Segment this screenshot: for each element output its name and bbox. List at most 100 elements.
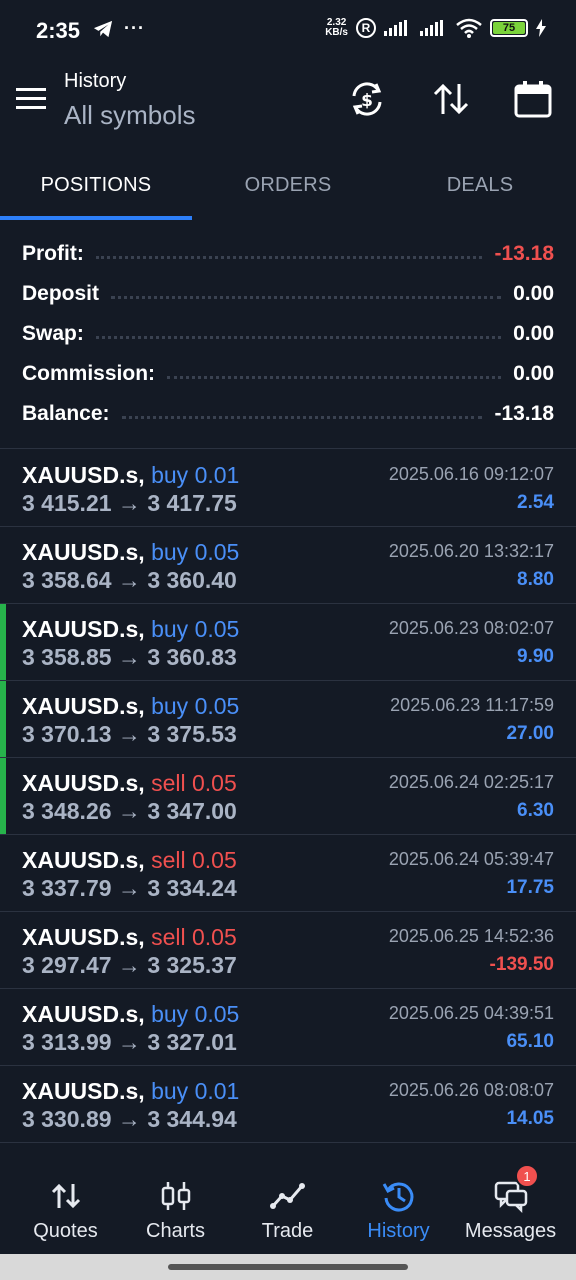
position-row[interactable]: XAUUSD.s, buy 0.05 3 370.13 → 3 375.53 2… bbox=[0, 681, 576, 758]
more-icon: ··· bbox=[124, 18, 145, 38]
position-profit: 17.75 bbox=[506, 877, 554, 898]
status-bar: 2:35 ··· 2.32 KB/s R 75 bbox=[0, 0, 576, 62]
registered-icon: R bbox=[356, 18, 376, 38]
close-price: 3 360.40 bbox=[147, 567, 237, 593]
nav-messages[interactable]: 1 Messages bbox=[453, 1150, 568, 1254]
tab-deals[interactable]: DEALS bbox=[384, 148, 576, 222]
notification-badge: 1 bbox=[515, 1164, 539, 1188]
quotes-icon bbox=[51, 1183, 80, 1209]
position-type: sell 0.05 bbox=[151, 770, 237, 796]
sort-icon[interactable] bbox=[430, 78, 472, 120]
position-title: XAUUSD.s, buy 0.05 bbox=[22, 693, 239, 720]
nav-history[interactable]: History bbox=[341, 1150, 456, 1254]
position-profit: 27.00 bbox=[506, 723, 554, 744]
position-row[interactable]: XAUUSD.s, sell 0.05 3 348.26 → 3 347.00 … bbox=[0, 758, 576, 835]
position-row[interactable]: XAUUSD.s, buy 0.01 3 330.89 → 3 344.94 2… bbox=[0, 1066, 576, 1143]
close-price: 3 375.53 bbox=[147, 721, 237, 747]
position-symbol: XAUUSD.s, bbox=[22, 1078, 145, 1104]
position-row[interactable]: XAUUSD.s, buy 0.01 3 415.21 → 3 417.75 2… bbox=[0, 450, 576, 527]
telegram-icon bbox=[93, 20, 113, 37]
summary-label: Balance: bbox=[22, 402, 110, 425]
position-symbol: XAUUSD.s, bbox=[22, 924, 145, 950]
summary-value: 0.00 bbox=[513, 362, 554, 385]
battery-level: 75 bbox=[493, 22, 525, 34]
position-symbol: XAUUSD.s, bbox=[22, 616, 145, 642]
position-prices: 3 358.64 → 3 360.40 bbox=[22, 567, 237, 594]
open-price: 3 297.47 bbox=[22, 952, 112, 978]
summary-label: Commission: bbox=[22, 362, 156, 385]
position-type: buy 0.01 bbox=[151, 462, 240, 488]
bottom-nav: Quotes Charts Trade History 1 Messages bbox=[0, 1150, 576, 1254]
app-header: History All symbols $ bbox=[0, 62, 576, 138]
position-prices: 3 358.85 → 3 360.83 bbox=[22, 644, 237, 671]
position-prices: 3 415.21 → 3 417.75 bbox=[22, 490, 237, 517]
summary-label: Deposit bbox=[22, 282, 100, 305]
arrow-icon: → bbox=[117, 798, 141, 824]
open-price: 3 313.99 bbox=[22, 1029, 112, 1055]
page-title: History bbox=[64, 70, 127, 92]
arrow-icon: → bbox=[117, 567, 141, 593]
charging-icon bbox=[536, 19, 546, 37]
arrow-icon: → bbox=[117, 721, 141, 747]
summary-value: -13.18 bbox=[494, 242, 554, 265]
arrow-icon: → bbox=[117, 644, 141, 670]
tab-positions[interactable]: POSITIONS bbox=[0, 148, 192, 222]
arrow-icon: → bbox=[117, 1029, 141, 1055]
svg-text:$: $ bbox=[361, 91, 373, 111]
position-title: XAUUSD.s, sell 0.05 bbox=[22, 924, 237, 951]
position-time: 2025.06.23 08:02:07 bbox=[388, 618, 554, 638]
tab-orders[interactable]: ORDERS bbox=[192, 148, 384, 222]
position-row[interactable]: XAUUSD.s, buy 0.05 3 313.99 → 3 327.01 2… bbox=[0, 989, 576, 1066]
close-price: 3 417.75 bbox=[147, 490, 237, 516]
position-type: buy 0.05 bbox=[151, 693, 240, 719]
position-profit: 14.05 bbox=[506, 1108, 554, 1129]
active-marker bbox=[0, 758, 6, 834]
position-time: 2025.06.25 14:52:36 bbox=[388, 926, 554, 946]
summary-swap: Swap: 0.00 bbox=[0, 314, 576, 354]
position-time: 2025.06.25 04:39:51 bbox=[388, 1003, 554, 1023]
position-prices: 3 348.26 → 3 347.00 bbox=[22, 798, 237, 825]
position-row[interactable]: XAUUSD.s, sell 0.05 3 297.47 → 3 325.37 … bbox=[0, 912, 576, 989]
position-symbol: XAUUSD.s, bbox=[22, 539, 145, 565]
home-indicator[interactable] bbox=[168, 1264, 408, 1270]
close-price: 3 334.24 bbox=[147, 875, 237, 901]
nav-trade[interactable]: Trade bbox=[230, 1150, 345, 1254]
position-profit: -139.50 bbox=[489, 954, 554, 975]
calendar-icon[interactable] bbox=[512, 78, 554, 120]
close-price: 3 327.01 bbox=[147, 1029, 237, 1055]
open-price: 3 337.79 bbox=[22, 875, 112, 901]
summary-commission: Commission: 0.00 bbox=[0, 354, 576, 394]
position-profit: 6.30 bbox=[517, 800, 554, 821]
summary-panel: Profit: -13.18 Deposit 0.00 Swap: 0.00 C… bbox=[0, 234, 576, 434]
position-title: XAUUSD.s, buy 0.01 bbox=[22, 1078, 239, 1105]
position-title: XAUUSD.s, buy 0.05 bbox=[22, 539, 239, 566]
position-time: 2025.06.20 13:32:17 bbox=[388, 541, 554, 561]
close-price: 3 347.00 bbox=[147, 798, 237, 824]
summary-value: 0.00 bbox=[513, 322, 554, 345]
trade-chart-icon bbox=[269, 1183, 305, 1209]
summary-value: 0.00 bbox=[513, 282, 554, 305]
position-title: XAUUSD.s, buy 0.05 bbox=[22, 1001, 239, 1028]
position-symbol: XAUUSD.s, bbox=[22, 462, 145, 488]
symbol-filter[interactable]: All symbols bbox=[64, 100, 195, 131]
position-title: XAUUSD.s, buy 0.05 bbox=[22, 616, 239, 643]
wifi-icon bbox=[456, 18, 482, 38]
close-price: 3 325.37 bbox=[147, 952, 237, 978]
close-price: 3 344.94 bbox=[147, 1106, 237, 1132]
position-prices: 3 337.79 → 3 334.24 bbox=[22, 875, 237, 902]
position-type: buy 0.05 bbox=[151, 539, 240, 565]
summary-deposit: Deposit 0.00 bbox=[0, 274, 576, 314]
nav-charts[interactable]: Charts bbox=[118, 1150, 233, 1254]
menu-icon[interactable] bbox=[16, 86, 48, 112]
position-row[interactable]: XAUUSD.s, buy 0.05 3 358.85 → 3 360.83 2… bbox=[0, 604, 576, 681]
summary-value: -13.18 bbox=[494, 402, 554, 425]
nav-quotes[interactable]: Quotes bbox=[8, 1150, 123, 1254]
open-price: 3 348.26 bbox=[22, 798, 112, 824]
position-symbol: XAUUSD.s, bbox=[22, 770, 145, 796]
net-speed: 2.32 KB/s bbox=[325, 17, 348, 38]
position-type: buy 0.05 bbox=[151, 1001, 240, 1027]
position-row[interactable]: XAUUSD.s, sell 0.05 3 337.79 → 3 334.24 … bbox=[0, 835, 576, 912]
position-row[interactable]: XAUUSD.s, buy 0.05 3 358.64 → 3 360.40 2… bbox=[0, 527, 576, 604]
currency-refresh-icon[interactable]: $ bbox=[346, 78, 388, 120]
arrow-icon: → bbox=[117, 952, 141, 978]
